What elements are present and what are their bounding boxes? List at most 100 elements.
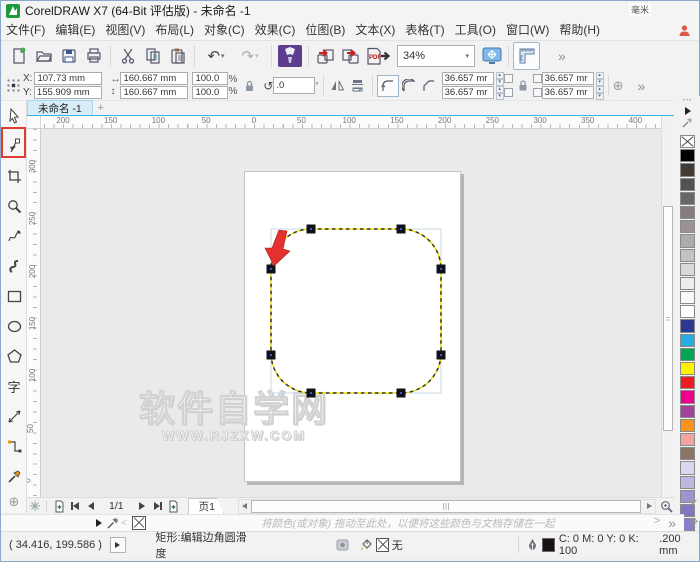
edit-corners-together-button[interactable] — [513, 76, 533, 96]
edge-overflow-icon[interactable]: » — [690, 512, 698, 528]
rulers-toggle-button[interactable] — [513, 42, 540, 70]
open-button[interactable] — [31, 43, 56, 69]
rotation-angle-field[interactable]: .0 — [273, 77, 316, 94]
cut-button[interactable] — [115, 43, 140, 69]
palette-swatch-20[interactable] — [680, 418, 695, 432]
mirror-vertical-button[interactable] — [348, 76, 368, 96]
redo-button[interactable]: ↷ ▾ — [233, 43, 267, 69]
horizontal-scrollbar-thumb[interactable] — [250, 499, 641, 513]
menu-item-5[interactable]: 对象(C) — [199, 20, 250, 41]
palette-drag-handle[interactable]: ••• — [683, 98, 692, 104]
rounded-rectangle-outline-yellow[interactable] — [270, 228, 442, 394]
import-button[interactable] — [313, 43, 338, 69]
scroll-right-icon[interactable] — [645, 502, 654, 511]
save-button[interactable] — [56, 43, 81, 69]
connector-tool[interactable] — [2, 433, 26, 459]
scale-h-field[interactable]: 100.0 — [192, 72, 229, 85]
palette-swatch-13[interactable] — [680, 319, 695, 333]
ruler-origin-corner[interactable] — [27, 116, 41, 129]
palette-swatch-15[interactable] — [680, 347, 695, 361]
scalloped-corner-button[interactable] — [399, 76, 419, 96]
copy-button[interactable] — [140, 43, 165, 69]
new-document-tab-button[interactable]: + — [93, 101, 109, 115]
zoom-level-select[interactable]: 34% ▾ — [397, 45, 475, 67]
undo-button[interactable]: ↶ ▾ — [199, 43, 233, 69]
palette-swatch-5[interactable] — [680, 205, 695, 220]
palette-eyedropper-icon[interactable] — [682, 117, 693, 128]
docpal-eyedropper-icon[interactable] — [107, 517, 119, 529]
dimension-tool[interactable] — [2, 403, 26, 429]
menu-item-9[interactable]: 表格(T) — [400, 20, 449, 41]
title-bar[interactable]: CorelDRAW X7 (64-Bit 评估版) - 未命名 -1 — [1, 1, 699, 20]
toolbar-overflow-icon[interactable]: » — [558, 48, 566, 64]
docpal-none-swatch[interactable] — [132, 516, 147, 530]
mirror-horizontal-button[interactable] — [328, 76, 348, 96]
print-button[interactable] — [81, 43, 106, 69]
palette-swatch-12[interactable] — [680, 305, 695, 319]
outline-pen-icon[interactable] — [527, 538, 538, 551]
add-page-after-button[interactable] — [166, 499, 182, 514]
next-page-button[interactable] — [134, 499, 150, 514]
menu-item-1[interactable]: 文件(F) — [1, 20, 50, 41]
corner-radius-tl-field[interactable]: 36.657 mr — [441, 72, 494, 85]
scale-v-field[interactable]: 100.0 — [192, 86, 229, 99]
menu-item-6[interactable]: 效果(C) — [250, 20, 301, 41]
palette-swatch-23[interactable] — [680, 461, 695, 475]
last-page-button[interactable] — [150, 499, 166, 514]
menu-item-7[interactable]: 位图(B) — [300, 20, 350, 41]
export-button[interactable] — [338, 43, 363, 69]
palette-swatch-1[interactable] — [680, 149, 695, 163]
menu-item-3[interactable]: 视图(V) — [100, 20, 150, 41]
palette-swatch-8[interactable] — [680, 248, 695, 262]
round-corner-button[interactable] — [376, 74, 399, 97]
palette-swatch-18[interactable] — [680, 390, 695, 404]
menu-item-8[interactable]: 文本(X) — [350, 20, 400, 41]
more-options-icon[interactable]: ⊕ — [613, 78, 624, 94]
palette-swatch-22[interactable] — [680, 447, 695, 461]
palette-swatch-16[interactable] — [680, 362, 695, 376]
corner-radius-bl-field[interactable]: 36.657 mr — [441, 86, 494, 99]
palette-swatch-11[interactable] — [680, 291, 695, 305]
docpal-overflow-icon[interactable]: » — [668, 515, 676, 531]
navigator-icon[interactable] — [27, 499, 43, 514]
palette-swatch-4[interactable] — [680, 191, 695, 205]
palette-none-swatch[interactable] — [680, 135, 695, 149]
new-document-button[interactable] — [6, 43, 31, 69]
pick-tool[interactable] — [2, 103, 26, 129]
vertical-scrollbar-thumb[interactable] — [663, 206, 673, 431]
publish-pdf-button[interactable]: PDF — [363, 43, 393, 69]
scroll-left-icon[interactable] — [240, 502, 249, 511]
object-details-icon[interactable] — [336, 539, 349, 551]
account-icon[interactable] — [678, 24, 691, 37]
app-launcher-button[interactable] — [276, 43, 304, 69]
vertical-scrollbar[interactable] — [661, 116, 674, 497]
ellipse-tool[interactable] — [2, 313, 26, 339]
palette-swatch-21[interactable] — [680, 432, 695, 447]
menu-item-10[interactable]: 工具(O) — [450, 20, 501, 41]
chamfered-corner-button[interactable] — [419, 76, 439, 96]
artistic-media-tool[interactable] — [2, 253, 26, 279]
corner-radius-br-field[interactable]: 36.657 mr — [541, 86, 594, 99]
palette-swatch-3[interactable] — [680, 177, 695, 191]
menu-item-11[interactable]: 窗口(W) — [501, 20, 554, 41]
horizontal-scrollbar[interactable] — [237, 498, 656, 514]
shape-nodes[interactable] — [266, 224, 446, 398]
status-flyout-button[interactable] — [109, 536, 126, 553]
document-tab[interactable]: 未命名 -1 — [27, 100, 93, 115]
add-page-before-button[interactable] — [51, 499, 67, 514]
crop-tool[interactable] — [2, 163, 26, 189]
docpal-flyout-icon[interactable] — [96, 519, 102, 527]
fill-color-icon[interactable] — [359, 538, 373, 551]
menu-item-12[interactable]: 帮助(H) — [554, 20, 605, 41]
palette-swatch-7[interactable] — [680, 234, 695, 248]
docpal-expand-icon[interactable]: > — [654, 515, 660, 531]
palette-swatch-14[interactable] — [680, 333, 695, 347]
drawing-canvas[interactable]: 软件自学网 WWW.RJZXW.COM — [41, 129, 661, 497]
spinner[interactable]: ▴ ▾ — [495, 86, 504, 100]
fullscreen-preview-button[interactable] — [479, 43, 504, 69]
fill-none-swatch[interactable] — [375, 537, 389, 552]
palette-swatch-10[interactable] — [680, 276, 695, 291]
outline-color-swatch[interactable] — [541, 537, 555, 552]
polygon-tool[interactable] — [2, 343, 26, 369]
zoom-tool[interactable] — [2, 193, 26, 219]
